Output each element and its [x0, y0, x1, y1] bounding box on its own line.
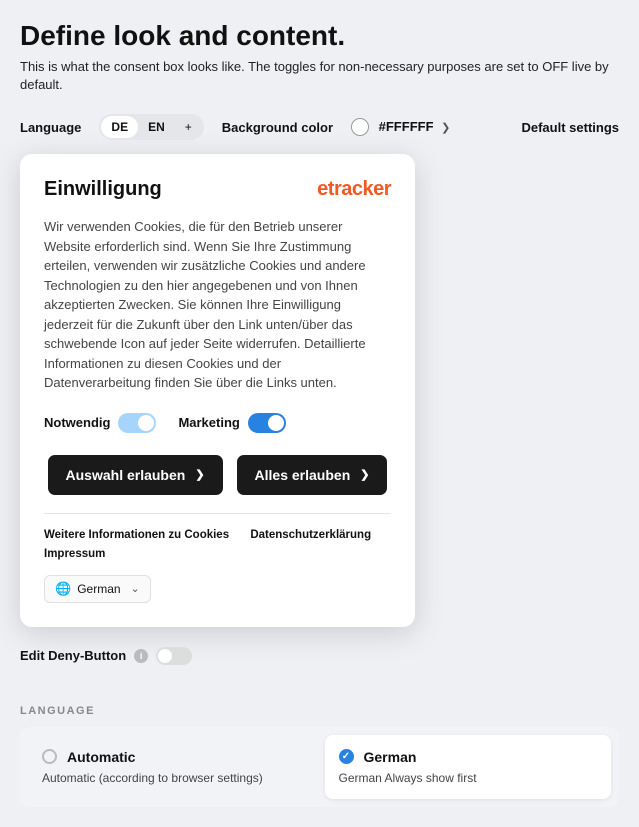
language-label: Language [20, 120, 81, 135]
divider [44, 513, 391, 514]
consent-links: Weitere Informationen zu Cookies Datensc… [44, 526, 391, 565]
page-subtitle: This is what the consent box looks like.… [20, 58, 619, 94]
lang-auto-title: Automatic [67, 749, 135, 765]
toolbar: Language DE EN + Background color #FFFFF… [20, 114, 619, 140]
consent-language-value: German [77, 582, 120, 596]
language-pill: DE EN + [99, 114, 203, 140]
link-imprint[interactable]: Impressum [44, 548, 105, 560]
edit-deny-label: Edit Deny-Button [20, 648, 126, 663]
link-privacy[interactable]: Datenschutzerklärung [250, 529, 371, 541]
etracker-logo: etracker [317, 178, 391, 201]
lang-german-desc: German Always show first [339, 771, 598, 785]
bg-color-value: #FFFFFF [379, 119, 434, 134]
toggle-necessary-label: Notwendig [44, 415, 110, 430]
allow-selection-button[interactable]: Auswahl erlauben ❯ [48, 455, 223, 495]
consent-title: Einwilligung [44, 178, 162, 201]
language-option-automatic[interactable]: Automatic Automatic (according to browse… [28, 735, 315, 799]
link-cookies[interactable]: Weitere Informationen zu Cookies [44, 529, 229, 541]
globe-icon: 🌐 [55, 581, 71, 597]
toggle-marketing[interactable] [248, 413, 286, 433]
consent-body-text: Wir verwenden Cookies, die für den Betri… [44, 217, 391, 393]
default-settings-button[interactable]: Default settings [521, 120, 619, 135]
toggle-necessary[interactable] [118, 413, 156, 433]
allow-all-button[interactable]: Alles erlauben ❯ [237, 455, 388, 495]
chevron-right-icon: ❯ [441, 122, 450, 134]
lang-auto-desc: Automatic (according to browser settings… [42, 771, 301, 785]
lang-add-button[interactable]: + [175, 116, 202, 138]
chevron-right-icon: ❯ [360, 468, 369, 481]
consent-preview-card: Einwilligung etracker Wir verwenden Cook… [20, 154, 415, 627]
lang-de-tab[interactable]: DE [101, 116, 138, 138]
language-option-german[interactable]: German German Always show first [325, 735, 612, 799]
edit-deny-toggle[interactable] [156, 647, 192, 665]
bg-color-label: Background color [222, 120, 333, 135]
radio-unchecked-icon [42, 749, 57, 764]
lang-en-tab[interactable]: EN [138, 116, 175, 138]
info-icon[interactable]: i [134, 649, 148, 663]
chevron-down-icon: ⌄ [131, 582, 140, 595]
consent-language-select[interactable]: 🌐 German ⌄ [44, 575, 151, 603]
radio-checked-icon [339, 749, 354, 764]
bg-color-control[interactable]: #FFFFFF ❯ [351, 118, 450, 136]
color-swatch-icon [351, 118, 369, 136]
edit-deny-row: Edit Deny-Button i [20, 647, 619, 665]
toggle-marketing-label: Marketing [178, 415, 239, 430]
page-title: Define look and content. [20, 20, 619, 52]
language-section-label: LANGUAGE [20, 705, 619, 717]
lang-german-title: German [364, 749, 417, 765]
language-options: Automatic Automatic (according to browse… [20, 727, 619, 807]
chevron-right-icon: ❯ [195, 468, 204, 481]
